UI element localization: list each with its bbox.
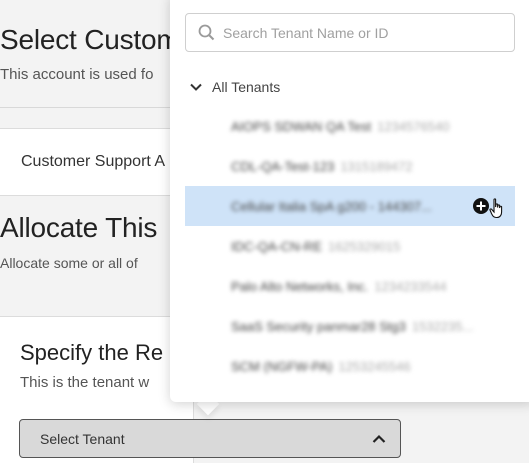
- divider: [0, 107, 170, 108]
- tenant-id: 1253245546: [338, 358, 411, 374]
- tenant-id: 1315189472: [340, 158, 413, 174]
- tenant-item[interactable]: SaaS Security panmar28 Stg3 1532235...: [185, 306, 515, 346]
- hand-pointer-icon: [489, 198, 505, 225]
- tenant-label: Cellular Italia SpA g200 - 144307...: [231, 199, 432, 214]
- section-title-select-customer: Select Custom: [0, 24, 180, 55]
- tenant-name: CDL-QA-Test-123: [231, 158, 335, 174]
- tenant-item[interactable]: Palo Alto Networks, Inc. 1234233544: [185, 266, 515, 306]
- tenant-name: SCM (NGFW-PA): [231, 358, 333, 374]
- tenant-name: IDC-QA-CN-RE: [231, 238, 322, 254]
- tenant-id: 1625329015: [328, 238, 401, 254]
- customer-support-card[interactable]: Customer Support A: [0, 128, 194, 196]
- tenant-id: 1234233544: [374, 278, 447, 294]
- search-icon: [198, 24, 215, 41]
- select-tenant-dropdown[interactable]: Select Tenant: [19, 419, 401, 458]
- tenant-dropdown-panel: All Tenants AIOPS SDWAN QA Test 123457654…: [170, 0, 529, 402]
- tenant-label: SCM (NGFW-PA) 1253245546: [231, 359, 411, 374]
- search-input[interactable]: [223, 24, 503, 41]
- chevron-down-icon[interactable]: [190, 78, 202, 96]
- chevron-up-icon: [372, 434, 386, 444]
- tenant-name: Palo Alto Networks, Inc.: [231, 278, 369, 294]
- tenant-id: 1234576540: [377, 118, 450, 134]
- tenant-item[interactable]: IDC-QA-CN-RE 1625329015: [185, 226, 515, 266]
- tenant-label: CDL-QA-Test-123 1315189472: [231, 159, 413, 174]
- tenant-name: SaaS Security panmar28 Stg3: [231, 318, 406, 334]
- section-title-allocate: Allocate This: [0, 212, 158, 243]
- tenant-label: Palo Alto Networks, Inc. 1234233544: [231, 279, 447, 294]
- tenant-label: IDC-QA-CN-RE 1625329015: [231, 239, 400, 254]
- tenant-label: AIOPS SDWAN QA Test 1234576540: [231, 119, 449, 134]
- select-tenant-label: Select Tenant: [40, 430, 125, 447]
- tenant-name: Cellular Italia SpA g200 - 144307...: [231, 198, 432, 214]
- section-subtitle-allocate: Allocate some or all of: [0, 255, 138, 271]
- search-box[interactable]: [185, 13, 515, 52]
- tenant-name: AIOPS SDWAN QA Test: [231, 118, 372, 134]
- tenant-id: 1532235...: [411, 318, 474, 334]
- specify-tenant-title: Specify the Re: [20, 340, 164, 365]
- plus-circle-icon[interactable]: [472, 197, 490, 215]
- specify-tenant-subtitle: This is the tenant w: [20, 374, 150, 391]
- customer-support-label: Customer Support A: [21, 153, 166, 170]
- tenant-item-selected[interactable]: Cellular Italia SpA g200 - 144307...: [185, 186, 515, 226]
- tenant-item[interactable]: CDL-QA-Test-123 1315189472: [185, 146, 515, 186]
- all-tenants-group[interactable]: All Tenants: [190, 78, 280, 96]
- all-tenants-label: All Tenants: [212, 79, 281, 95]
- tenant-item[interactable]: AIOPS SDWAN QA Test 1234576540: [185, 106, 515, 146]
- section-subtitle-select-customer: This account is used fo: [0, 66, 154, 83]
- tenant-item[interactable]: SCM (NGFW-PA) 1253245546: [185, 346, 515, 386]
- tenant-label: SaaS Security panmar28 Stg3 1532235...: [231, 319, 473, 334]
